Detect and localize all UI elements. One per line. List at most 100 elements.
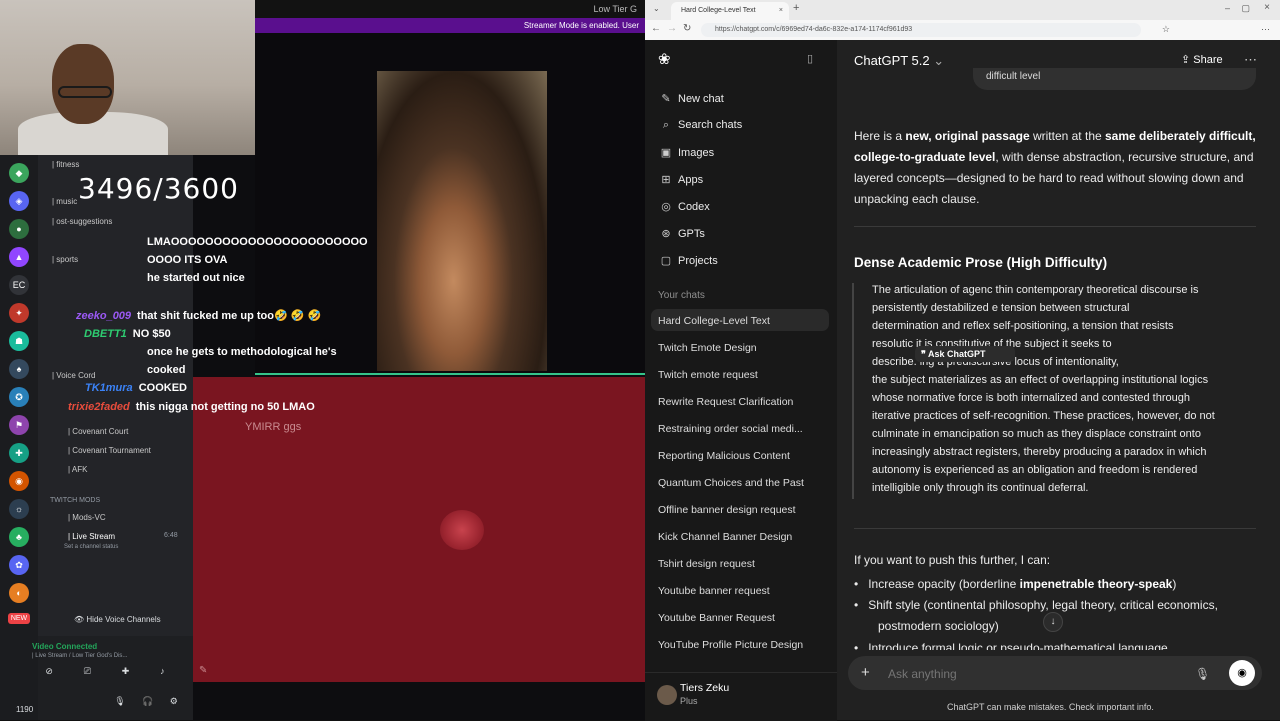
history-item[interactable]: Youtube Banner Request xyxy=(658,612,775,624)
ask-chatgpt-popup[interactable]: ❞ Ask ChatGPT xyxy=(915,346,1015,362)
channel-sports[interactable]: | sports xyxy=(52,255,78,264)
server-badge[interactable]: EC xyxy=(9,275,29,295)
server-icon[interactable]: ✚ xyxy=(9,443,29,463)
plus-icon[interactable]: + xyxy=(861,662,870,683)
channel-ost-suggestions[interactable]: | ost-suggestions xyxy=(52,217,112,226)
channel-status[interactable]: Set a channel status xyxy=(64,544,118,550)
nav-new-chat[interactable]: ✎ New chat xyxy=(658,92,723,105)
history-item[interactable]: Twitch Emote Design xyxy=(658,342,757,354)
viewer-count: 3496/3600 xyxy=(78,172,239,205)
intro-line-3: layered concepts—designed to be hard to … xyxy=(854,171,1244,185)
history-item[interactable]: Offline banner design request xyxy=(658,504,796,516)
nav-apps[interactable]: ⊞ Apps xyxy=(658,173,703,186)
channel-live-stream[interactable]: | Live Stream xyxy=(68,532,115,541)
glasses-icon xyxy=(58,86,112,98)
menu-icon[interactable]: ⋯ xyxy=(1261,24,1270,35)
nav-projects[interactable]: ▢ Projects xyxy=(658,254,718,267)
channel-voice-cord[interactable]: | Voice Cord xyxy=(52,371,95,380)
stream-topbar: Low Tier G xyxy=(255,0,645,18)
browser-window: ⌄ Hard College-Level Text × + – ▢ × ← → … xyxy=(645,0,1280,721)
server-icon[interactable]: ◈ xyxy=(9,191,29,211)
reload-icon[interactable]: ↻ xyxy=(683,23,691,34)
chatgpt-logo-icon[interactable]: ❀ xyxy=(658,50,671,68)
hide-voice-channels[interactable]: 👁 Hide Voice Channels xyxy=(74,615,161,624)
history-item[interactable]: Twitch emote request xyxy=(658,369,758,381)
server-icon[interactable]: ● xyxy=(9,219,29,239)
category-twitch-mods[interactable]: TWITCH MODS xyxy=(50,497,100,504)
server-icon[interactable]: ✦ xyxy=(9,303,29,323)
discord-server-rail: ◆ ◈ ● ▲ EC ✦ ☗ ♠ ✪ ⚑ ✚ ◉ ☼ ♣ ✿ ◐ NEW xyxy=(0,155,38,720)
nav-gpts[interactable]: ⊛ GPTs xyxy=(658,227,705,240)
microphone-icon[interactable]: 🎙 xyxy=(1195,664,1210,685)
nav-codex[interactable]: ◎ Codex xyxy=(658,200,710,213)
soundboard-icon[interactable]: ♪ xyxy=(160,666,165,682)
screen-share-icon[interactable]: ⎚ xyxy=(84,666,91,682)
images-icon: ▣ xyxy=(660,147,672,159)
server-icon[interactable]: ⚑ xyxy=(9,415,29,435)
channel-afk[interactable]: | AFK xyxy=(68,465,87,474)
model-selector[interactable]: ChatGPT 5.2 ⌄ xyxy=(854,50,944,71)
browser-tab[interactable]: Hard College-Level Text × xyxy=(671,2,789,20)
server-icon[interactable]: ☼ xyxy=(9,499,29,519)
server-icon[interactable]: ◐ xyxy=(9,583,29,603)
history-item[interactable]: Tshirt design request xyxy=(658,558,755,570)
message-composer[interactable]: + 🎙 ◉ xyxy=(848,656,1262,690)
channel-fitness[interactable]: | fitness xyxy=(52,160,79,169)
back-icon[interactable]: ← xyxy=(651,23,661,34)
user-name: Tiers Zeku xyxy=(680,682,730,694)
history-item[interactable]: Hard College-Level Text xyxy=(658,315,770,327)
star-icon[interactable]: ☆ xyxy=(1162,24,1170,35)
disclaimer: ChatGPT can make mistakes. Check importa… xyxy=(947,702,1154,712)
sidebar-toggle-icon[interactable]: ▯ xyxy=(807,52,813,65)
maximize-icon[interactable]: ▢ xyxy=(1241,3,1250,14)
voice-mode-icon[interactable]: ◉ xyxy=(1229,660,1255,686)
tab-list-icon[interactable]: ⌄ xyxy=(653,4,660,13)
server-icon[interactable]: ✿ xyxy=(9,555,29,575)
history-item[interactable]: Rewrite Request Clarification xyxy=(658,396,793,408)
server-icon[interactable]: ♣ xyxy=(9,527,29,547)
server-icon[interactable]: ✪ xyxy=(9,387,29,407)
facecam xyxy=(0,0,255,155)
server-icon[interactable]: ◆ xyxy=(9,163,29,183)
intro-line-2: college-to-graduate level, with dense ab… xyxy=(854,150,1254,164)
close-window-icon[interactable]: × xyxy=(1264,2,1270,13)
server-icon[interactable]: ◉ xyxy=(9,471,29,491)
history-item[interactable]: Restraining order social medi... xyxy=(658,423,803,435)
activities-icon[interactable]: ✚ xyxy=(122,666,130,682)
voice-connected: Video Connected xyxy=(32,642,98,651)
passage-line: culminate in emancipation so much as the… xyxy=(872,428,1201,440)
forward-icon[interactable]: → xyxy=(667,23,677,34)
scroll-down-icon[interactable]: ↓ xyxy=(1043,612,1063,632)
video-icon[interactable]: ⊘ xyxy=(45,666,53,682)
mic-icon[interactable]: 🎙 xyxy=(114,696,125,707)
history-item[interactable]: Reporting Malicious Content xyxy=(658,450,790,462)
history-item[interactable]: YouTube Profile Picture Design xyxy=(658,639,803,651)
history-item[interactable]: Kick Channel Banner Design xyxy=(658,531,792,543)
red-video-panel: YMIRR ggs ✎ xyxy=(193,377,645,682)
prompt-input[interactable] xyxy=(886,664,1190,684)
history-item[interactable]: Youtube banner request xyxy=(658,585,770,597)
headphones-icon[interactable]: 🎧 xyxy=(142,696,153,707)
channel-music[interactable]: | music xyxy=(52,197,77,206)
close-tab-icon[interactable]: × xyxy=(779,2,783,19)
webcam-photo xyxy=(377,71,547,371)
user-profile[interactable]: Tiers Zeku Plus xyxy=(645,672,837,721)
chat-message: trixie2faded this nigga not getting no 50… xyxy=(68,401,315,413)
server-icon[interactable]: ▲ xyxy=(9,247,29,267)
folder-icon: ▢ xyxy=(660,255,672,267)
channel-covenant-tournament[interactable]: | Covenant Tournament xyxy=(68,446,151,455)
new-tab-icon[interactable]: + xyxy=(793,2,799,14)
nav-search-chats[interactable]: ⌕ Search chats xyxy=(658,119,742,132)
chat-message: cooked xyxy=(147,364,186,376)
server-icon[interactable]: ♠ xyxy=(9,359,29,379)
channel-mods-vc[interactable]: | Mods-VC xyxy=(68,513,106,522)
minimize-icon[interactable]: – xyxy=(1225,3,1230,13)
channel-covenant-court[interactable]: | Covenant Court xyxy=(68,427,128,436)
tab-bar: ⌄ Hard College-Level Text × + – ▢ × xyxy=(645,0,1280,20)
url-input[interactable]: https://chatgpt.com/c/6969ed74-da6c-832e… xyxy=(701,23,1141,37)
server-icon[interactable]: ☗ xyxy=(9,331,29,351)
more-options-icon[interactable]: ⋯ xyxy=(1244,49,1257,70)
history-item[interactable]: Quantum Choices and the Past xyxy=(658,477,804,489)
gear-icon[interactable]: ⚙ xyxy=(170,696,178,707)
nav-images[interactable]: ▣ Images xyxy=(658,146,714,159)
